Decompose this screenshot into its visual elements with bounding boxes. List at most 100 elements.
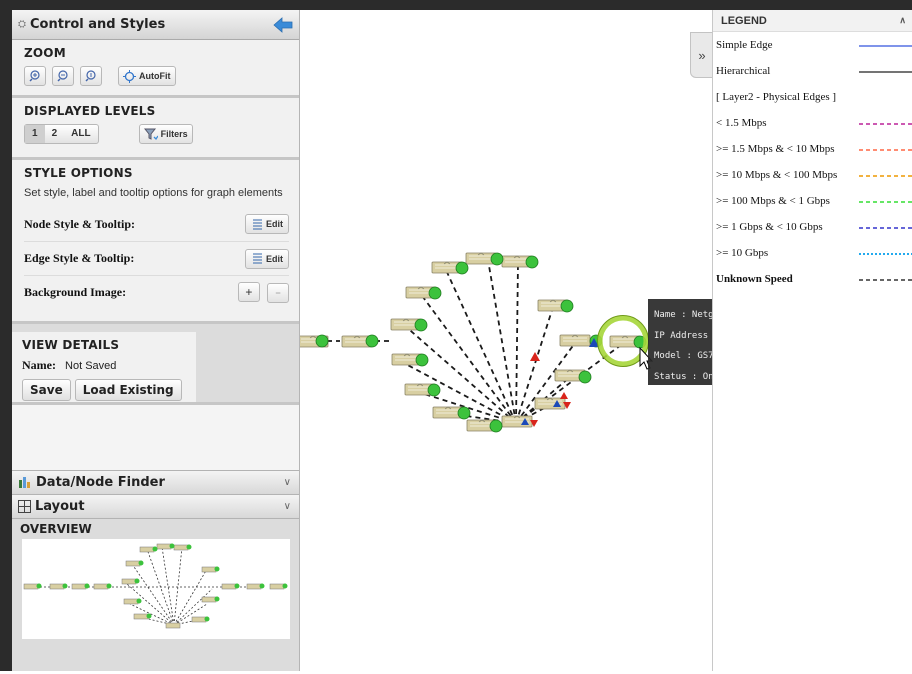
background-image-row: Background Image: + − [24, 275, 289, 309]
legend-header[interactable]: LEGEND ∧ [713, 10, 912, 32]
chevron-down-icon: ∨ [283, 477, 291, 488]
legend-row-speed-5: >= 1 Gbps & < 10 Gbps [713, 214, 912, 240]
legend-line-swatch [859, 71, 912, 73]
node-edit-label: Edit [266, 219, 283, 229]
add-background-button[interactable]: + [237, 282, 260, 302]
data-node-finder-header[interactable]: Data/Node Finder ∨ [12, 470, 299, 494]
control-panel: ⛭ Control and Styles ZOOM AutoFit DISPLA… [12, 10, 300, 671]
legend-label: Simple Edge [716, 39, 773, 51]
legend-label: >= 100 Mbps & < 1 Gbps [716, 195, 830, 207]
graph-nodes [297, 252, 641, 432]
legend-title: LEGEND [721, 14, 767, 27]
autofit-label: AutoFit [139, 71, 171, 81]
autofit-icon [123, 69, 136, 83]
legend-toggle-button[interactable]: » [690, 32, 714, 78]
edit-list-icon [253, 253, 262, 264]
legend-panel: LEGEND ∧ Simple Edge Hierarchical [ Laye… [712, 10, 912, 671]
legend-row-speed-1: < 1.5 Mbps [713, 110, 912, 136]
legend-label: Hierarchical [716, 65, 771, 77]
legend-label: >= 1 Gbps & < 10 Gbps [716, 221, 823, 233]
filter-icon [143, 128, 158, 140]
zoom-reset-button[interactable] [80, 66, 102, 86]
view-details-section: VIEW DETAILS Name: Not Saved Save Load E… [12, 332, 196, 407]
legend-line-swatch [859, 253, 912, 255]
overview-title: OVERVIEW [20, 522, 92, 536]
legend-line-swatch [859, 279, 912, 281]
legend-line-swatch [859, 123, 912, 125]
background-image-label: Background Image: [24, 285, 127, 299]
panel-spacer [12, 402, 299, 470]
autofit-button[interactable]: AutoFit [118, 66, 176, 86]
levels-title: DISPLAYED LEVELS [24, 104, 156, 118]
legend-row-speed-4: >= 100 Mbps & < 1 Gbps [713, 188, 912, 214]
levels-section: DISPLAYED LEVELS 1 2 ALL Filters [12, 98, 299, 160]
legend-label: >= 1.5 Mbps & < 10 Mbps [716, 143, 835, 155]
legend-label: >= 10 Mbps & < 100 Mbps [716, 169, 838, 181]
edge-style-row: Edge Style & Tooltip: Edit [24, 241, 289, 275]
legend-line-swatch [859, 175, 912, 177]
node-finder-icon [19, 477, 30, 488]
legend-label: Unknown Speed [716, 273, 793, 285]
save-button[interactable]: Save [22, 379, 71, 401]
layout-grid-icon [18, 500, 31, 513]
legend-label: < 1.5 Mbps [716, 117, 767, 129]
panel-title: Control and Styles [30, 17, 166, 32]
legend-row-speed-3: >= 10 Mbps & < 100 Mbps [713, 162, 912, 188]
level-option-1[interactable]: 1 [25, 125, 45, 143]
zoom-title: ZOOM [24, 46, 66, 60]
layout-label: Layout [35, 499, 85, 514]
panel-header: ⛭ Control and Styles [12, 10, 299, 40]
legend-rows: Simple Edge Hierarchical [ Layer2 - Phys… [713, 32, 912, 292]
view-details-wrap: VIEW DETAILS Name: Not Saved Save Load E… [12, 324, 299, 407]
legend-line-swatch [859, 201, 912, 203]
legend-row-hierarchical: Hierarchical [713, 58, 912, 84]
node-style-label: Node Style & Tooltip: [24, 216, 136, 231]
zoom-out-icon [57, 70, 68, 82]
legend-line-swatch [859, 149, 912, 151]
remove-background-button[interactable]: − [267, 283, 289, 303]
legend-row-simple-edge: Simple Edge [713, 32, 912, 58]
settings-icon: ⛭ [18, 19, 26, 30]
double-chevron-right-icon: » [698, 47, 706, 63]
legend-row-layer2-header: [ Layer2 - Physical Edges ] [713, 84, 912, 110]
node-style-edit-button[interactable]: Edit [245, 214, 289, 234]
zoom-in-icon [29, 70, 40, 82]
legend-label: [ Layer2 - Physical Edges ] [716, 91, 837, 103]
level-option-2[interactable]: 2 [45, 125, 65, 143]
legend-row-speed-6: >= 10 Gbps [713, 240, 912, 266]
view-name-value: Not Saved [65, 360, 117, 372]
filters-label: Filters [160, 129, 188, 139]
style-section: STYLE OPTIONS Set style, label and toolt… [12, 160, 299, 324]
chevron-down-icon: ∨ [283, 501, 291, 512]
overview-section: OVERVIEW [12, 518, 299, 642]
remove-icon: − [275, 288, 281, 298]
edge-style-edit-button[interactable]: Edit [245, 248, 289, 269]
edge-edit-label: Edit [266, 253, 283, 264]
layout-header[interactable]: Layout ∨ [12, 494, 299, 518]
view-name-key: Name: [22, 358, 56, 372]
level-option-all[interactable]: ALL [64, 125, 97, 143]
edge-style-label: Edge Style & Tooltip: [24, 251, 135, 265]
view-name-row: Name: Not Saved [22, 358, 186, 373]
legend-line-swatch [859, 227, 912, 229]
zoom-in-button[interactable] [24, 66, 46, 86]
legend-row-speed-2: >= 1.5 Mbps & < 10 Mbps [713, 136, 912, 162]
zoom-section: ZOOM AutoFit [12, 40, 299, 98]
node-style-row: Node Style & Tooltip: Edit [24, 207, 289, 241]
legend-line-swatch [859, 45, 912, 47]
edit-list-icon [253, 219, 262, 229]
style-title: STYLE OPTIONS [24, 166, 133, 180]
load-existing-button[interactable]: Load Existing [74, 379, 182, 401]
filters-button[interactable]: Filters [138, 124, 193, 144]
legend-label: >= 10 Gbps [716, 247, 769, 259]
overview-graph [23, 543, 288, 629]
style-description: Set style, label and tooltip options for… [24, 187, 283, 199]
legend-row-unknown-speed: Unknown Speed [713, 266, 912, 292]
window-frame-top [0, 0, 912, 10]
zoom-reset-icon [85, 70, 96, 82]
data-node-finder-label: Data/Node Finder [36, 475, 165, 490]
zoom-out-button[interactable] [52, 66, 74, 86]
window-frame-left [0, 0, 12, 671]
overview-minimap[interactable] [22, 539, 290, 639]
collapse-arrow-icon[interactable] [273, 16, 293, 33]
